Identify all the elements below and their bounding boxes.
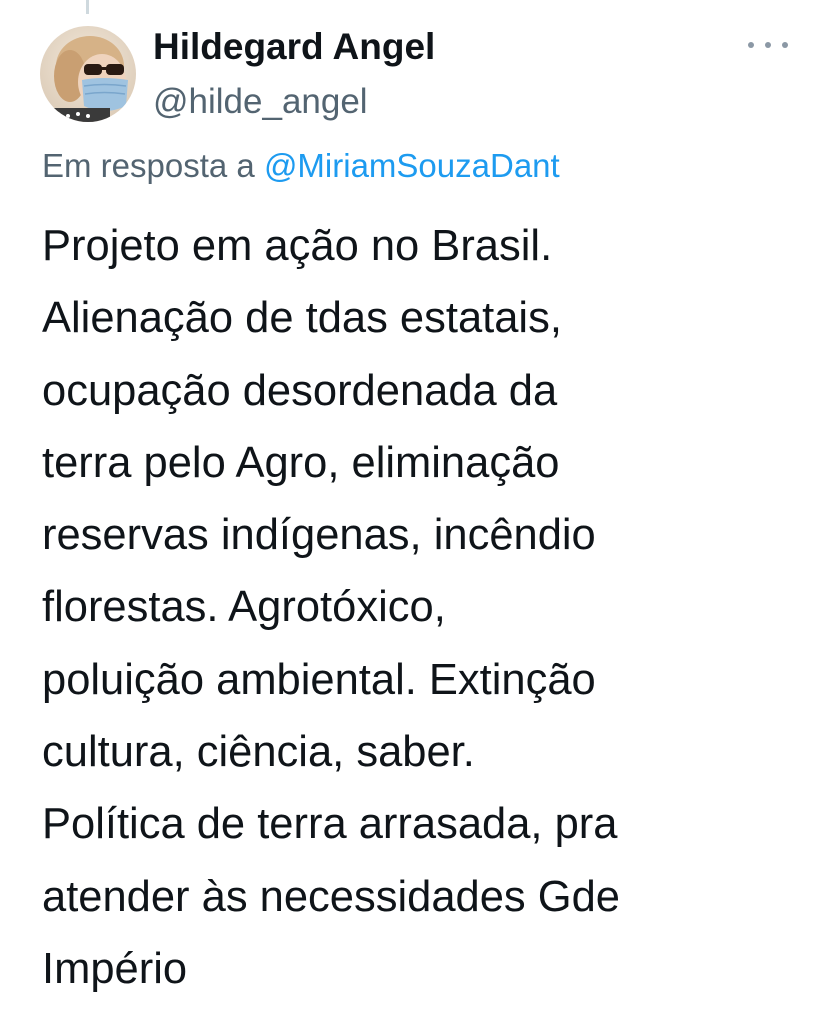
tweet-card[interactable]: Hildegard Angel @hilde_angel Em resposta… xyxy=(0,0,826,1024)
avatar[interactable] xyxy=(40,26,136,122)
tweet-text-line: Império xyxy=(42,944,188,993)
tweet-text-line: cultura, ciência, saber. xyxy=(42,728,475,777)
tweet-text-line: atender às necessidades Gde xyxy=(42,872,620,921)
tweet-text-line: Política de terra arrasada, pra xyxy=(42,800,618,849)
tweet-text-line: reservas indígenas, incêndio xyxy=(42,511,596,560)
tweet-text-line: Projeto em ação no Brasil. xyxy=(42,222,553,270)
more-options-icon-dot xyxy=(782,42,788,48)
author-display-name[interactable]: Hildegard Angel xyxy=(153,24,435,70)
tweet-text-line: florestas. Agrotóxico, xyxy=(42,583,446,632)
reply-mention-link[interactable]: @MiriamSouzaDant xyxy=(264,147,560,184)
tweet-text-line: ocupação desordenada da xyxy=(42,366,558,415)
more-options-icon-dot xyxy=(765,42,771,48)
profile-photo-icon xyxy=(40,26,136,122)
tweet-text: Projeto em ação no Brasil. Alienação de … xyxy=(42,210,812,1005)
tweet-text-line: Alienação de tdas estatais, xyxy=(42,294,562,343)
reply-context: Em resposta a @MiriamSouzaDant xyxy=(42,144,560,188)
author-handle[interactable]: @hilde_angel xyxy=(153,80,368,124)
reply-prefix: Em resposta a xyxy=(42,147,255,184)
tweet-text-line: poluição ambiental. Extinção xyxy=(42,655,596,704)
tweet-text-line: terra pelo Agro, eliminação xyxy=(42,438,560,487)
more-options-button[interactable] xyxy=(748,30,788,60)
more-options-icon xyxy=(748,42,754,48)
